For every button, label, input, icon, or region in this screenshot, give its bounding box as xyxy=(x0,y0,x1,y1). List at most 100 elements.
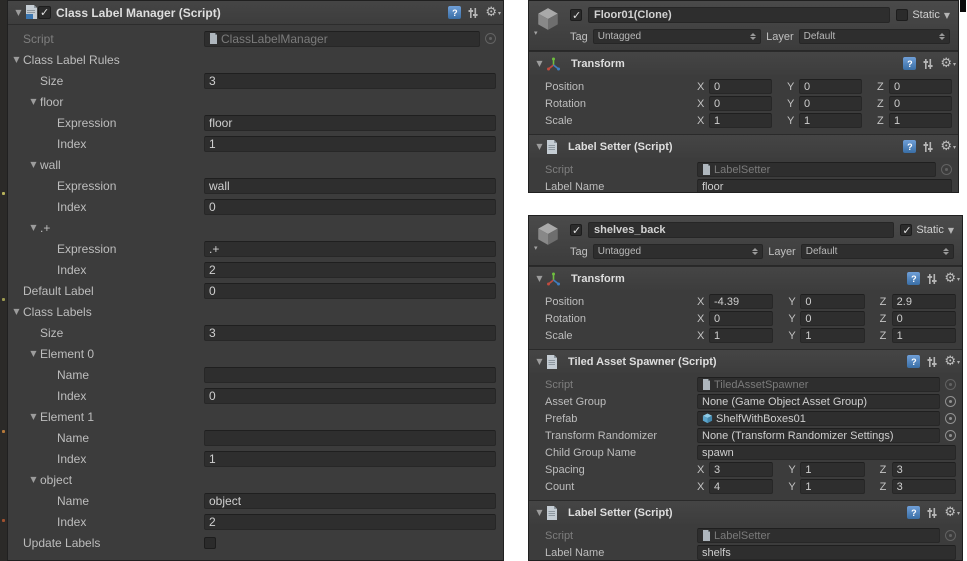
field-value[interactable]: 1 xyxy=(799,113,862,128)
preset-icon[interactable] xyxy=(926,356,938,368)
field-value[interactable]: 3 xyxy=(204,73,496,89)
field-value[interactable]: 1 xyxy=(204,451,496,467)
field-value[interactable]: 0 xyxy=(204,388,496,404)
field-label[interactable]: ▼object xyxy=(8,473,204,487)
object-picker-icon[interactable] xyxy=(485,33,496,44)
field-value[interactable]: 0 xyxy=(709,79,772,94)
field-value[interactable]: 0 xyxy=(889,79,952,94)
static-checkbox[interactable] xyxy=(896,9,908,21)
gameobject-cube-icon[interactable]: ▾ xyxy=(535,221,563,260)
tag-dropdown[interactable]: Untagged xyxy=(593,244,763,259)
field-value[interactable]: 3 xyxy=(892,462,956,477)
field-value[interactable]: 1 xyxy=(889,113,952,128)
foldout-arrow-icon[interactable]: ▼ xyxy=(12,8,25,17)
field-value[interactable]: 0 xyxy=(889,96,952,111)
field-label[interactable]: ▼Element 1 xyxy=(8,410,204,424)
gear-icon[interactable]: ⚙▾ xyxy=(944,506,956,519)
foldout-arrow-icon[interactable]: ▼ xyxy=(533,274,546,283)
field-label[interactable]: ▼Class Labels xyxy=(8,305,204,319)
field-value[interactable]: wall xyxy=(204,178,496,194)
field-value[interactable]: TiledAssetSpawner xyxy=(697,377,940,392)
foldout-arrow-icon[interactable]: ▼ xyxy=(27,160,40,169)
gameobject-name-field[interactable]: Floor01(Clone) xyxy=(588,7,890,23)
field-value[interactable]: object xyxy=(204,493,496,509)
object-picker-icon[interactable] xyxy=(945,413,956,424)
static-dropdown-arrow-icon[interactable]: ▼ xyxy=(944,11,950,20)
field-value[interactable] xyxy=(204,430,496,446)
gameobject-active-checkbox[interactable] xyxy=(570,224,582,236)
foldout-arrow-icon[interactable]: ▼ xyxy=(27,97,40,106)
field-value[interactable]: 2.9 xyxy=(892,294,956,309)
foldout-arrow-icon[interactable]: ▼ xyxy=(533,357,546,366)
field-value[interactable]: 0 xyxy=(204,199,496,215)
foldout-arrow-icon[interactable]: ▼ xyxy=(27,349,40,358)
preset-icon[interactable] xyxy=(926,273,938,285)
field-label[interactable]: ▼Element 0 xyxy=(8,347,204,361)
object-picker-icon[interactable] xyxy=(945,379,956,390)
object-picker-icon[interactable] xyxy=(945,430,956,441)
gear-icon[interactable]: ⚙▾ xyxy=(940,57,952,70)
help-icon[interactable]: ? xyxy=(448,6,461,19)
field-value[interactable]: None (Game Object Asset Group) xyxy=(697,394,940,409)
field-value[interactable]: 1 xyxy=(709,113,772,128)
field-value[interactable]: 1 xyxy=(800,462,864,477)
field-value[interactable]: .+ xyxy=(204,241,496,257)
field-label[interactable]: ▼.+ xyxy=(8,221,204,235)
preset-icon[interactable] xyxy=(926,507,938,519)
field-value[interactable]: LabelSetter xyxy=(697,528,940,543)
field-value[interactable] xyxy=(204,367,496,383)
field-value[interactable]: 3 xyxy=(204,325,496,341)
layer-dropdown[interactable]: Default xyxy=(799,29,950,44)
update-labels-checkbox[interactable] xyxy=(204,537,216,549)
help-icon[interactable]: ? xyxy=(903,140,916,153)
field-value[interactable]: 3 xyxy=(892,479,956,494)
static-checkbox[interactable] xyxy=(900,224,912,236)
foldout-arrow-icon[interactable]: ▼ xyxy=(533,508,546,517)
static-toggle[interactable]: Static ▼ xyxy=(900,224,954,236)
preset-icon[interactable] xyxy=(467,7,479,19)
gear-icon[interactable]: ⚙▾ xyxy=(944,272,956,285)
object-picker-icon[interactable] xyxy=(945,396,956,407)
object-picker-icon[interactable] xyxy=(941,164,952,175)
field-label[interactable]: ▼floor xyxy=(8,95,204,109)
field-value[interactable]: floor xyxy=(697,179,952,193)
help-icon[interactable]: ? xyxy=(907,272,920,285)
field-value[interactable]: shelfs xyxy=(697,545,956,560)
field-value[interactable]: -4.39 xyxy=(709,294,773,309)
field-value[interactable]: 4 xyxy=(709,479,773,494)
gear-icon[interactable]: ⚙▾ xyxy=(485,6,497,19)
preset-icon[interactable] xyxy=(922,58,934,70)
field-value[interactable]: 2 xyxy=(204,262,496,278)
object-picker-icon[interactable] xyxy=(945,530,956,541)
field-value[interactable]: 1 xyxy=(709,328,773,343)
field-value[interactable]: 1 xyxy=(204,136,496,152)
foldout-arrow-icon[interactable]: ▼ xyxy=(27,412,40,421)
static-toggle[interactable]: Static ▼ xyxy=(896,9,950,21)
field-label[interactable]: ▼wall xyxy=(8,158,204,172)
layer-dropdown[interactable]: Default xyxy=(801,244,954,259)
static-dropdown-arrow-icon[interactable]: ▼ xyxy=(948,226,954,235)
foldout-arrow-icon[interactable]: ▼ xyxy=(10,55,23,64)
field-value[interactable]: spawn xyxy=(697,445,956,460)
field-value[interactable]: 0 xyxy=(892,311,956,326)
field-value[interactable]: LabelSetter xyxy=(697,162,936,177)
foldout-arrow-icon[interactable]: ▼ xyxy=(27,475,40,484)
field-value[interactable]: ClassLabelManager xyxy=(204,31,480,47)
field-value[interactable]: 0 xyxy=(204,283,496,299)
help-icon[interactable]: ? xyxy=(903,57,916,70)
gameobject-active-checkbox[interactable] xyxy=(570,9,582,21)
gameobject-name-field[interactable]: shelves_back xyxy=(588,222,894,238)
component-enabled-checkbox[interactable] xyxy=(38,6,51,19)
field-value[interactable]: 2 xyxy=(204,514,496,530)
foldout-arrow-icon[interactable]: ▼ xyxy=(27,223,40,232)
field-value[interactable]: 0 xyxy=(709,311,773,326)
field-value[interactable]: 3 xyxy=(709,462,773,477)
field-value[interactable]: 0 xyxy=(799,96,862,111)
field-label[interactable]: ▼Class Label Rules xyxy=(8,53,204,67)
field-value[interactable]: ShelfWithBoxes01 xyxy=(697,411,940,426)
field-value[interactable]: 0 xyxy=(709,96,772,111)
gear-icon[interactable]: ⚙▾ xyxy=(944,355,956,368)
foldout-arrow-icon[interactable]: ▼ xyxy=(533,142,546,151)
foldout-arrow-icon[interactable]: ▼ xyxy=(10,307,23,316)
help-icon[interactable]: ? xyxy=(907,506,920,519)
